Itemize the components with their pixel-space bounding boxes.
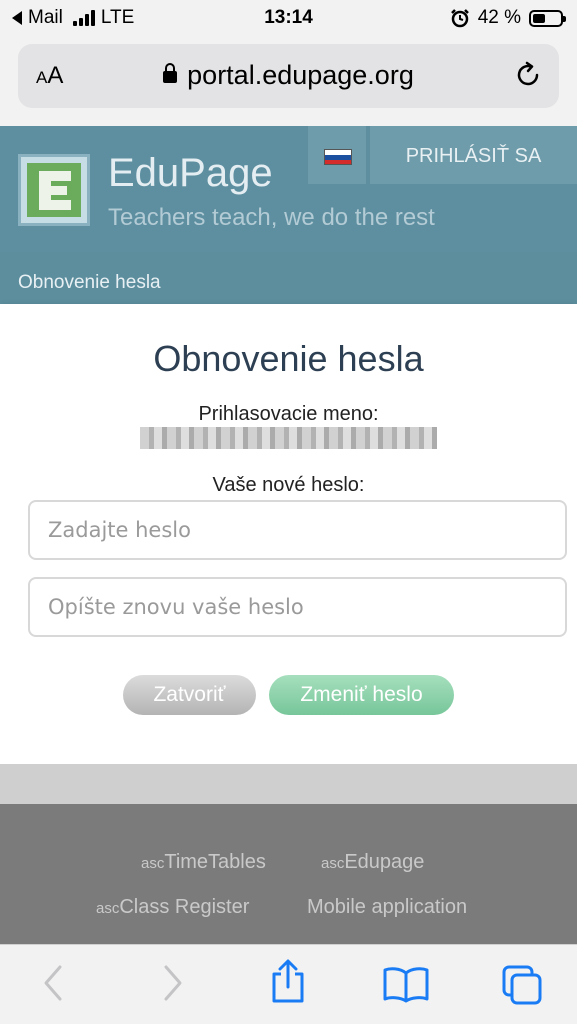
status-right: 42 %	[450, 7, 566, 29]
slovak-flag-icon	[324, 149, 352, 165]
footer-link-timetables[interactable]: ascTimeTables	[141, 851, 266, 874]
login-button[interactable]: PRIHLÁSIŤ SA	[370, 126, 577, 184]
new-password-label: Vaše nové heslo:	[212, 474, 365, 496]
tabs-icon[interactable]	[500, 963, 544, 1007]
breadcrumb-bar: Obnovenie hesla	[0, 252, 577, 304]
breadcrumb: Obnovenie hesla	[18, 272, 161, 293]
page: Mail LTE 13:14 42 % AA portal.edupage.or…	[0, 0, 577, 1024]
edupage-logo[interactable]	[18, 154, 90, 226]
footer-link-mobile-app[interactable]: Mobile application	[307, 896, 467, 919]
lock-icon	[163, 63, 178, 83]
battery-percent: 42 %	[477, 7, 521, 28]
dialog-title: Obnovenie hesla	[153, 338, 424, 379]
repeat-password-input[interactable]	[28, 577, 567, 637]
logo-e-icon	[27, 163, 81, 217]
back-icon[interactable]	[40, 963, 66, 1003]
address-bar[interactable]: AA portal.edupage.org	[18, 44, 559, 108]
battery-icon	[529, 9, 566, 27]
page-backdrop	[0, 764, 577, 804]
close-button[interactable]: Zatvoriť	[123, 675, 256, 715]
forward-icon[interactable]	[160, 963, 186, 1003]
share-icon[interactable]	[268, 959, 308, 1005]
username-value-redacted	[140, 427, 437, 449]
address-bar-area: AA portal.edupage.org	[0, 36, 577, 126]
status-bar: Mail LTE 13:14 42 %	[0, 0, 577, 36]
language-selector[interactable]	[308, 126, 366, 184]
site-header: EduPage Teachers teach, we do the rest P…	[0, 126, 577, 252]
site-footer: ascTimeTables ascEdupage ascClass Regist…	[0, 804, 577, 944]
brand-name: EduPage	[108, 151, 273, 195]
password-reset-dialog: Obnovenie hesla Prihlasovacie meno: Vaše…	[0, 304, 577, 764]
url-display[interactable]: portal.edupage.org	[18, 60, 559, 91]
change-password-button[interactable]: Zmeniť heslo	[269, 675, 454, 715]
footer-link-class-register[interactable]: ascClass Register	[96, 896, 249, 919]
login-label: PRIHLÁSIŤ SA	[405, 145, 542, 167]
brand-tagline: Teachers teach, we do the rest	[108, 204, 435, 231]
alarm-icon	[450, 9, 469, 28]
url-text: portal.edupage.org	[187, 60, 414, 90]
bookmarks-icon[interactable]	[382, 965, 430, 1003]
reload-icon[interactable]	[513, 60, 543, 90]
browser-toolbar	[0, 944, 577, 1024]
footer-link-edupage[interactable]: ascEdupage	[321, 851, 424, 874]
new-password-input[interactable]	[28, 500, 567, 560]
username-label: Prihlasovacie meno:	[198, 403, 379, 425]
